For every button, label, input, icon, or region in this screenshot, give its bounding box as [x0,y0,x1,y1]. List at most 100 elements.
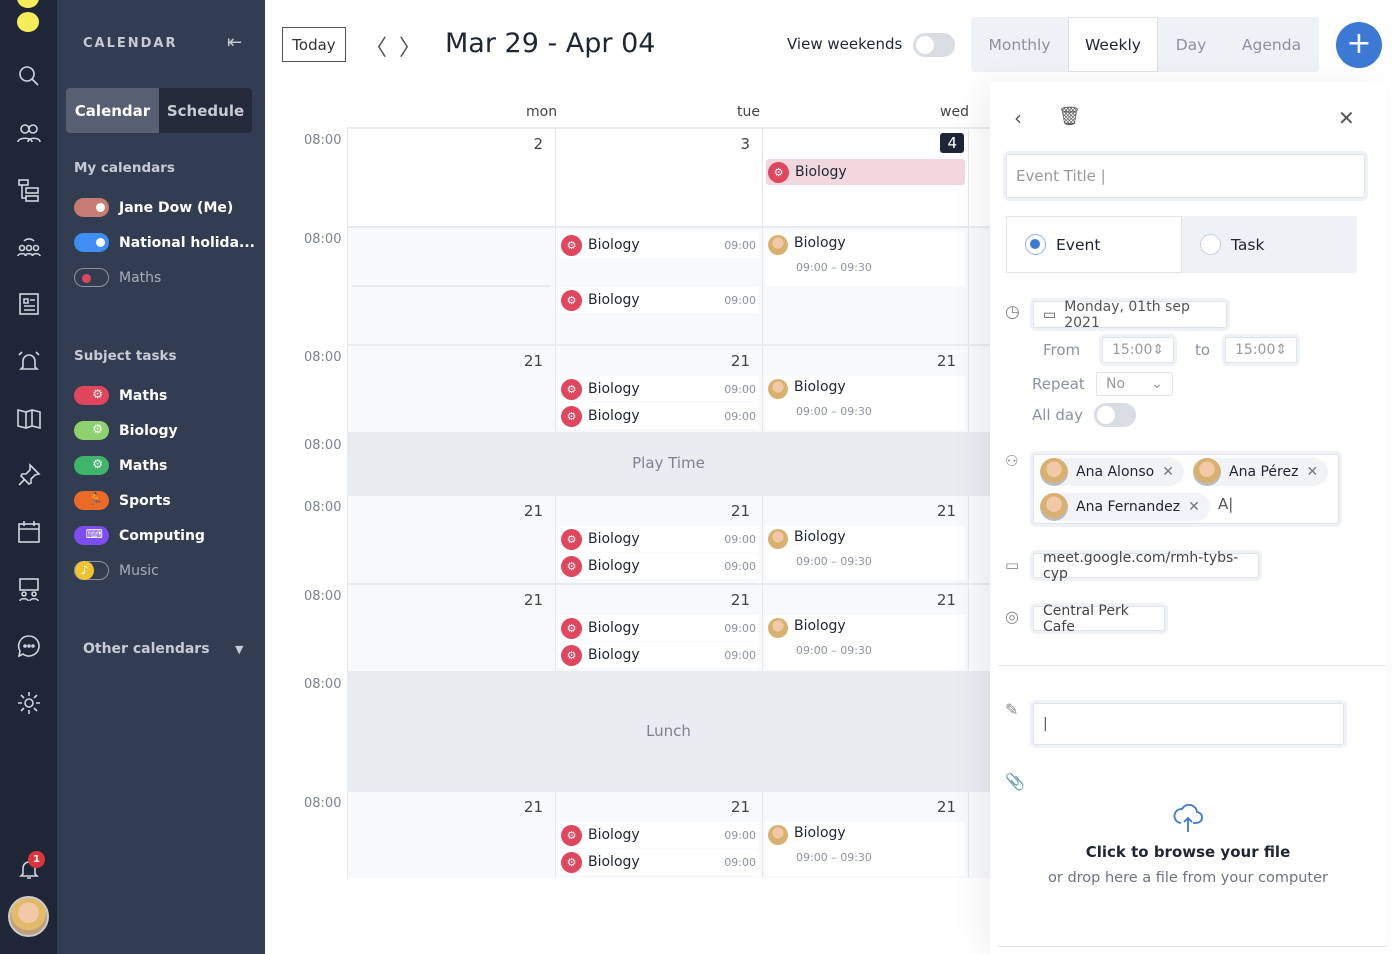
event-item[interactable]: Biology 09:00 – 09:30 [766,822,965,876]
collapse-sidebar-icon[interactable]: ⇤ [227,32,242,53]
subject-task-item[interactable]: ♪ Music [74,561,159,580]
view-weekends-toggle[interactable] [913,33,955,57]
event-item[interactable]: ⚙ Biology 09:00 [559,526,759,552]
subject-task-item[interactable]: ⌨ Computing [74,526,205,545]
calendar-item[interactable]: Jane Dow (Me) [74,198,233,217]
view-weekly[interactable]: Weekly [1068,17,1158,72]
event-item[interactable]: ⚙ Biology 09:00 [559,553,759,579]
day-cell[interactable]: 21 [347,494,555,583]
chevron-right-icon[interactable]: 〉 [399,30,421,62]
event-item[interactable]: ⚙ Biology 09:00 [559,232,759,258]
event-item[interactable]: ⚙ Biology 09:00 [559,615,759,641]
remove-guest-icon[interactable]: ✕ [1306,464,1318,480]
subject-toggle[interactable]: 🏃 [74,491,109,510]
day-cell[interactable]: 21 ⚙ Biology 09:00 ⚙ Biology 09:00 [555,344,762,432]
trash-icon[interactable]: 🗑 [1058,106,1081,127]
event-item[interactable]: ⚙ Biology [766,159,965,185]
caret-down-icon[interactable]: ▼ [235,643,243,656]
hierarchy-icon[interactable] [16,177,42,203]
app-logo[interactable] [17,0,39,36]
subject-toggle[interactable]: ♪ [74,561,109,580]
day-cell[interactable] [968,494,990,583]
gear-icon[interactable] [16,690,42,716]
day-cell[interactable]: 21 Biology 09:00 – 09:30 [762,790,968,878]
chevron-left-icon[interactable]: 〈 [365,30,387,62]
calendar-toggle[interactable] [74,233,109,252]
subject-toggle[interactable]: ⚙ [74,386,109,405]
day-cell[interactable]: 21 [347,790,555,878]
event-item[interactable]: ⚙ Biology 09:00 [559,376,759,402]
event-item[interactable]: ⚙ Biology 09:00 [559,849,759,875]
day-cell[interactable]: 2 [347,127,555,226]
back-icon[interactable]: ‹ [1014,106,1022,130]
day-cell[interactable]: 21 ⚙ Biology 09:00 ⚙ Biology 09:00 [555,790,762,878]
day-cell[interactable]: 21 [347,583,555,671]
location-field[interactable]: Central Perk Cafe [1033,603,1165,635]
day-cell[interactable] [347,226,555,344]
subject-task-item[interactable]: ⚙ Maths [74,456,167,475]
remove-guest-icon[interactable]: ✕ [1188,499,1200,515]
day-cell[interactable] [968,127,990,226]
event-item[interactable]: ⚙ Biology 09:00 [559,642,759,668]
calendar-item[interactable]: Maths [74,268,161,287]
meet-link-field[interactable]: meet.google.com/rmh-tybs-cyp [1033,550,1259,582]
close-icon[interactable]: ✕ [1338,106,1355,130]
remove-guest-icon[interactable]: ✕ [1162,464,1174,480]
from-time-stepper[interactable]: 15:00 ⇕ [1102,337,1174,363]
day-cell[interactable] [968,344,990,432]
radio-task[interactable]: Task [1182,216,1264,273]
day-cell[interactable]: 21 ⚙ Biology 09:00 ⚙ Biology 09:00 [555,494,762,583]
subject-task-item[interactable]: ⚙ Biology [74,421,178,440]
day-cell[interactable]: 21 Biology 09:00 – 09:30 [762,494,968,583]
other-calendars[interactable]: Other calendars [83,641,210,657]
presentation-icon[interactable] [16,576,42,602]
day-cell[interactable] [968,583,990,671]
subject-task-item[interactable]: 🏃 Sports [74,491,171,510]
day-cell[interactable]: 21 Biology 09:00 – 09:30 [762,583,968,671]
calendar-item[interactable]: National holida... [74,233,255,252]
day-cell[interactable]: 21 [347,344,555,432]
to-time-stepper[interactable]: 15:00 ⇕ [1225,337,1297,363]
event-item[interactable]: Biology 09:00 – 09:30 [766,232,965,286]
event-item[interactable]: Biology 09:00 – 09:30 [766,615,965,669]
allday-toggle[interactable] [1094,403,1136,427]
add-event-button[interactable]: + [1336,22,1382,68]
subject-toggle[interactable]: ⌨ [74,526,109,545]
view-monthly[interactable]: Monthly [971,17,1068,72]
event-item[interactable]: ⚙ Biology 09:00 [559,822,759,848]
day-cell[interactable]: 3 [555,127,762,226]
day-cell[interactable]: 21 Biology 09:00 – 09:30 [762,344,968,432]
event-item[interactable]: ⚙ Biology 09:00 [559,287,759,313]
calendar-icon[interactable] [16,519,42,545]
day-cell[interactable]: Biology 09:00 – 09:30 [762,226,968,344]
view-agenda[interactable]: Agenda [1224,17,1319,72]
view-day[interactable]: Day [1158,17,1224,72]
repeat-select[interactable]: No ⌄ [1096,372,1173,396]
users-icon[interactable] [16,120,42,146]
search-icon[interactable] [16,63,42,89]
day-cell[interactable] [968,226,990,344]
avatar[interactable] [8,896,49,937]
group-icon[interactable] [16,234,42,260]
event-item[interactable]: ⚙ Biology 09:00 [559,403,759,429]
day-cell[interactable] [968,790,990,878]
event-title-input[interactable]: Event Title | [1006,154,1365,198]
subject-toggle[interactable]: ⚙ [74,456,109,475]
notes-textarea[interactable]: | [1033,703,1344,745]
book-icon[interactable] [16,405,42,431]
day-cell[interactable]: ⚙ Biology 09:00 ⚙ Biology 09:00 [555,226,762,344]
pin-icon[interactable] [16,462,42,488]
event-item[interactable]: Biology 09:00 – 09:30 [766,526,965,580]
cloud-upload-icon[interactable] [1170,798,1206,834]
calendar-toggle[interactable] [74,268,109,287]
today-button[interactable]: Today [282,27,346,62]
event-item[interactable]: Biology 09:00 – 09:30 [766,376,965,430]
tab-calendar[interactable]: Calendar [66,88,159,133]
day-cell[interactable]: 4 ⚙ Biology [762,127,968,226]
alarm-icon[interactable] [16,348,42,374]
subject-toggle[interactable]: ⚙ [74,421,109,440]
tab-schedule[interactable]: Schedule [159,88,252,133]
upload-title[interactable]: Click to browse your file [990,843,1386,861]
chat-icon[interactable] [16,633,42,659]
date-picker[interactable]: ▭ Monday, 01th sep 2021 [1033,299,1227,331]
